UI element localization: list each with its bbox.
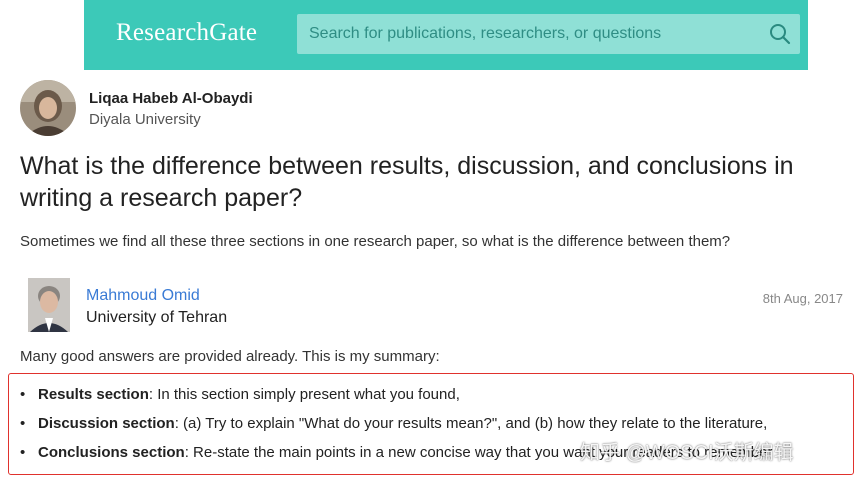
search-input[interactable] [297, 14, 781, 54]
header-bar: ResearchGate [84, 0, 808, 70]
item-term: Conclusions section [38, 444, 185, 461]
question-title: What is the difference between results, … [20, 152, 794, 212]
answer-intro: Many good answers are provided already. … [20, 348, 440, 365]
watermark: 知乎 @WOSCI沃斯编辑 [580, 442, 794, 464]
question-author-name[interactable]: Liqaa Habeb Al-Obaydi [89, 90, 253, 107]
answerer-avatar[interactable] [28, 278, 70, 332]
question-body: Sometimes we find all these three sectio… [20, 233, 731, 250]
researchgate-logo[interactable]: ResearchGate [116, 19, 257, 47]
list-item: • Results section: In this section simply… [20, 386, 460, 403]
answer-date: 8th Aug, 2017 [762, 291, 843, 306]
item-text: : (a) Try to explain "What do your resul… [174, 415, 768, 432]
avatar[interactable] [20, 80, 76, 136]
item-term: Discussion section [38, 415, 175, 432]
search-box[interactable] [297, 14, 800, 54]
question-author-institution[interactable]: Diyala University [89, 111, 201, 128]
answerer-institution[interactable]: University of Tehran [86, 309, 227, 327]
item-text: : In this section simply present what yo… [148, 386, 460, 403]
answerer-name-link[interactable]: Mahmoud Omid [86, 287, 200, 305]
item-term: Results section [38, 386, 149, 403]
search-icon[interactable] [766, 20, 794, 48]
